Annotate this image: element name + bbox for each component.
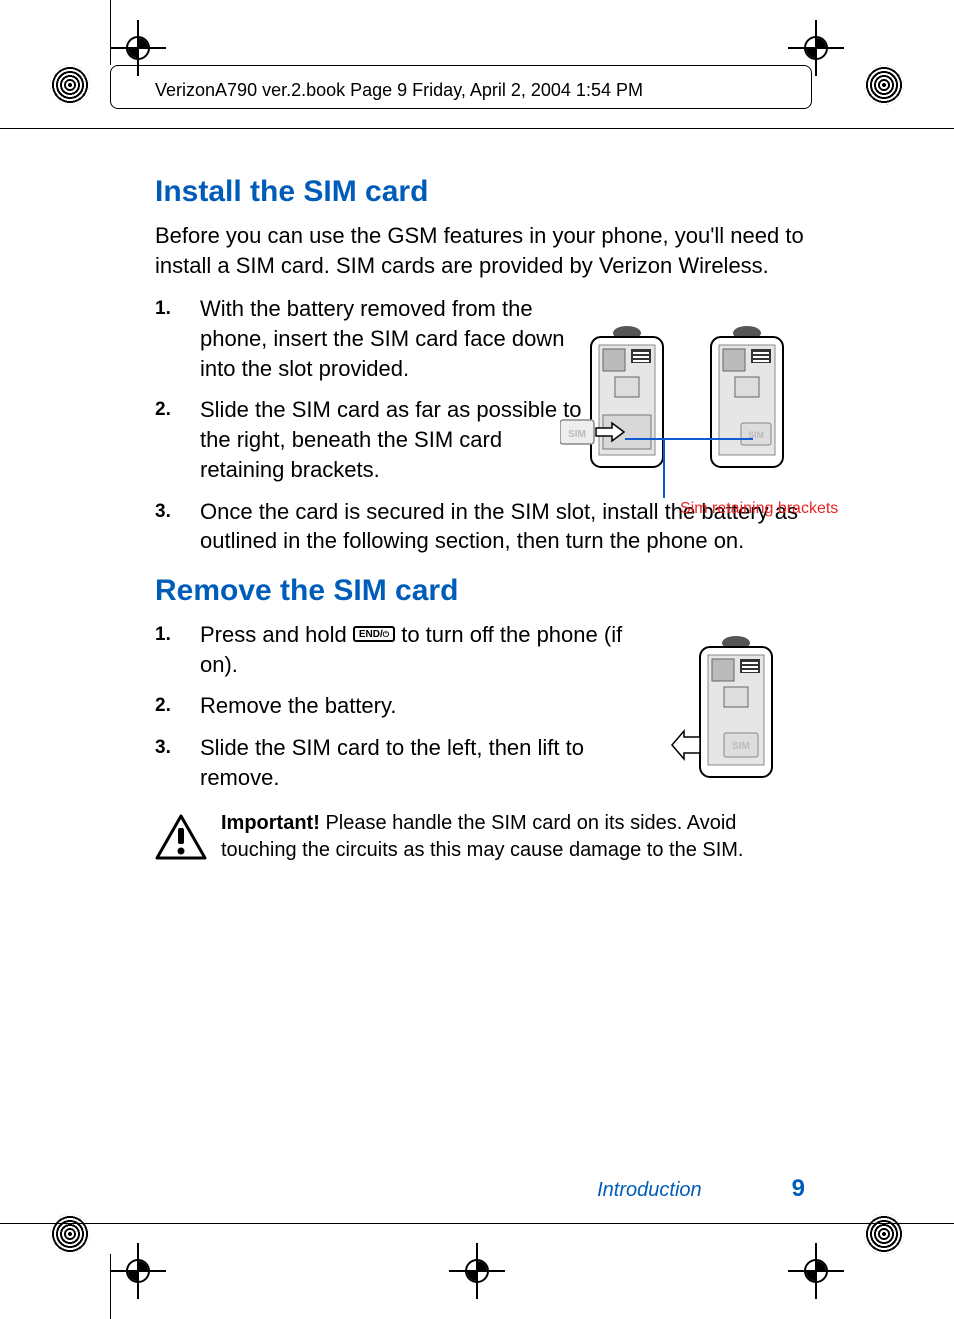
phone-diagram-remove: SIM (670, 635, 800, 805)
registration-mark-icon (120, 30, 156, 66)
registration-mark-icon (798, 30, 834, 66)
callout-line (663, 438, 665, 498)
step-text: Press and hold END/⏻ to turn off the pho… (200, 620, 660, 679)
corner-ornament-icon (864, 1214, 904, 1254)
header-text: VerizonA790 ver.2.book Page 9 Friday, Ap… (155, 80, 643, 101)
section-title-remove: Remove the SIM card (155, 574, 805, 608)
footer-page-number: 9 (792, 1175, 805, 1203)
annotation-sim-brackets: Sim retaining brackets (680, 500, 838, 518)
svg-text:SIM: SIM (568, 429, 586, 440)
corner-ornament-icon (50, 1214, 90, 1254)
step-text: Slide the SIM card to the left, then lif… (200, 733, 660, 792)
important-text: Important! Please handle the SIM card on… (221, 810, 805, 868)
registration-mark-icon (459, 1253, 495, 1289)
crop-rule (0, 1223, 954, 1224)
warning-icon (155, 814, 207, 860)
step-number: 1. (155, 294, 200, 383)
step-text: With the battery removed from the phone,… (200, 294, 590, 383)
step-number: 2. (155, 691, 200, 721)
corner-ornament-icon (864, 65, 904, 105)
footer-section-name: Introduction (597, 1179, 702, 1202)
crop-rule (0, 128, 954, 129)
intro-paragraph: Before you can use the GSM features in y… (155, 221, 805, 280)
step-text: Remove the battery. (200, 691, 660, 721)
page-footer: Introduction 9 (155, 1175, 805, 1203)
svg-text:SIM: SIM (732, 741, 750, 752)
crop-rule (110, 0, 111, 65)
step-number: 2. (155, 395, 200, 484)
step-number: 1. (155, 620, 200, 679)
section-title-install: Install the SIM card (155, 175, 805, 209)
phone-diagram-install: SIM SIM (560, 325, 810, 515)
corner-ornament-icon (50, 65, 90, 105)
step-text: Slide the SIM card as far as possible to… (200, 395, 590, 484)
crop-rule (110, 1254, 111, 1319)
important-note: Important! Please handle the SIM card on… (155, 810, 805, 868)
callout-line (625, 438, 665, 440)
callout-line (663, 438, 753, 440)
registration-mark-icon (798, 1253, 834, 1289)
registration-mark-icon (120, 1253, 156, 1289)
step-number: 3. (155, 497, 200, 556)
step-number: 3. (155, 733, 200, 792)
end-key-icon: END/⏻ (353, 626, 395, 642)
